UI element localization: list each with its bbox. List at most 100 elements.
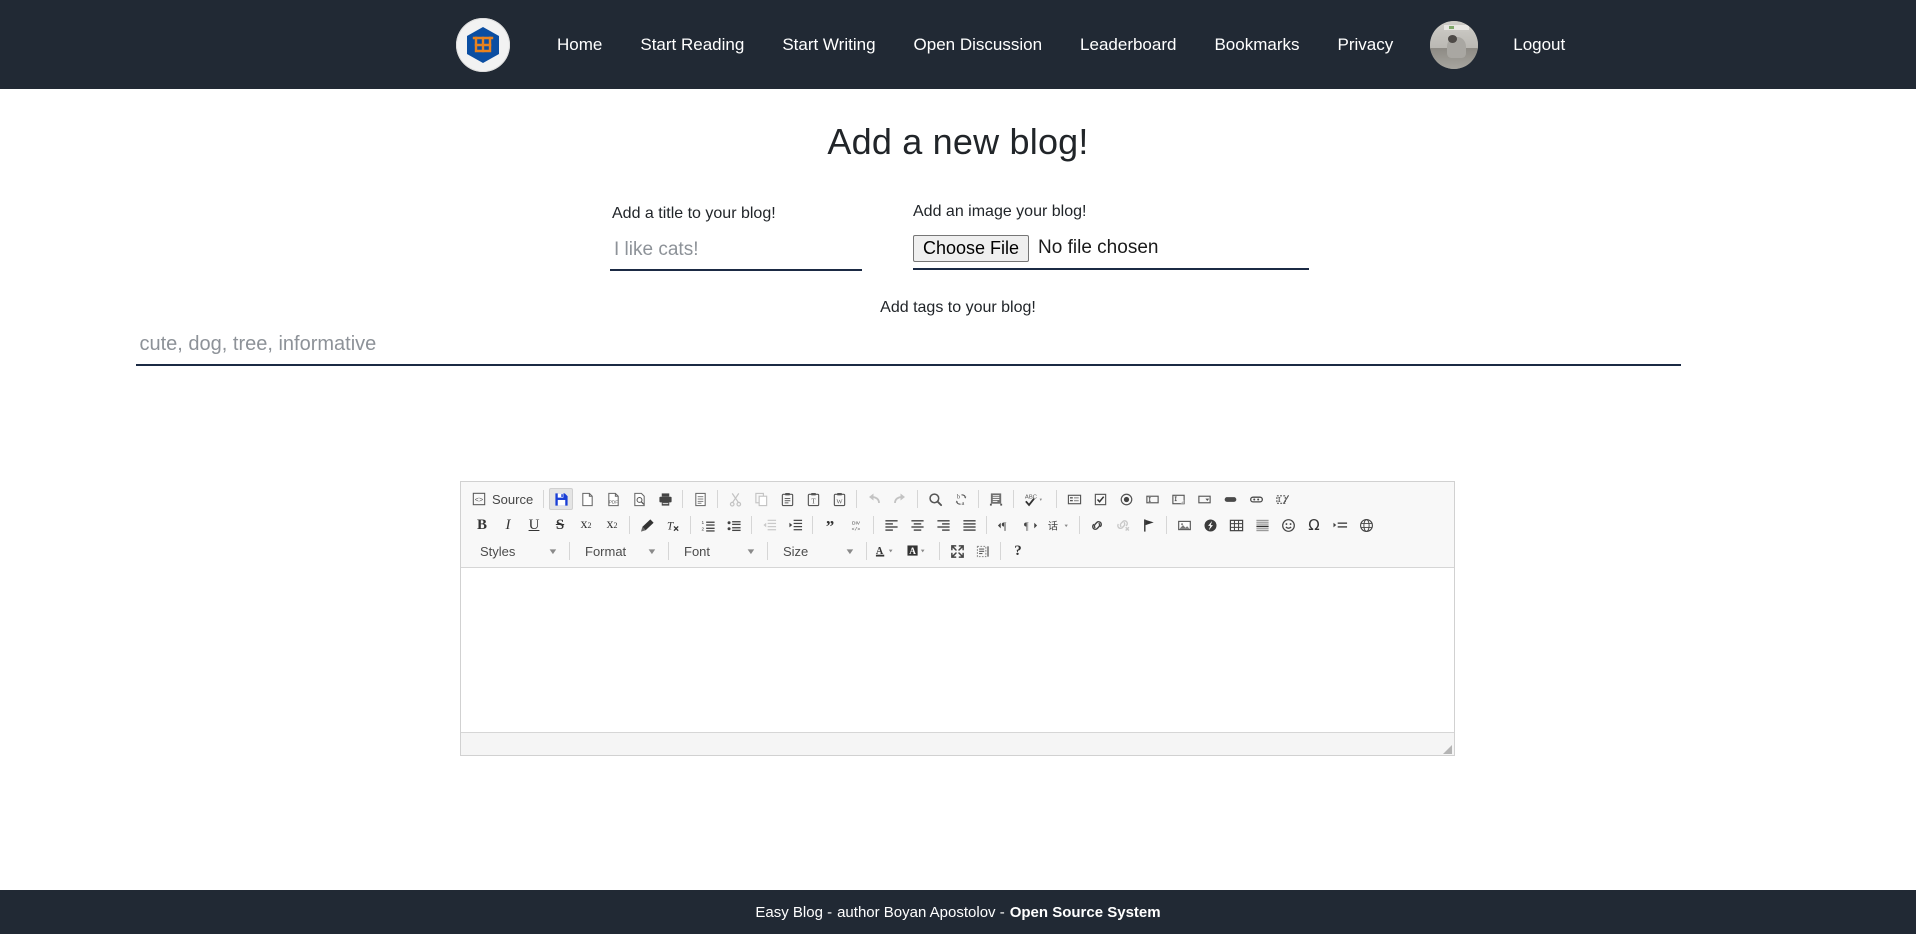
flash-icon[interactable] bbox=[1198, 514, 1222, 536]
choose-file-button[interactable]: Choose File bbox=[913, 235, 1030, 262]
imagebutton-icon[interactable] bbox=[1244, 488, 1268, 510]
svg-text:话: 话 bbox=[1048, 520, 1058, 532]
iframe-icon[interactable] bbox=[1354, 514, 1378, 536]
link-icon[interactable] bbox=[1085, 514, 1109, 536]
anchor-icon[interactable] bbox=[1137, 514, 1161, 536]
textarea-icon[interactable] bbox=[1166, 488, 1190, 510]
find-icon[interactable] bbox=[923, 488, 947, 510]
nav-link-leaderboard[interactable]: Leaderboard bbox=[1061, 30, 1195, 59]
format-dropdown[interactable]: Format ▼ bbox=[576, 540, 662, 562]
about-icon[interactable]: ? bbox=[1006, 540, 1030, 562]
copy-icon[interactable] bbox=[749, 488, 773, 510]
nav-link-logout[interactable]: Logout bbox=[1494, 30, 1584, 59]
replace-icon[interactable]: b a bbox=[949, 488, 973, 510]
maximize-icon[interactable] bbox=[945, 540, 969, 562]
form-icon[interactable] bbox=[1062, 488, 1086, 510]
indent-icon[interactable] bbox=[783, 514, 807, 536]
blog-tags-input[interactable] bbox=[135, 331, 1681, 366]
svg-text:1: 1 bbox=[701, 520, 704, 525]
toolbar-separator bbox=[812, 516, 813, 534]
selectfield-icon[interactable] bbox=[1192, 488, 1216, 510]
templates-icon[interactable] bbox=[688, 488, 712, 510]
text-color-icon[interactable]: A bbox=[872, 540, 902, 562]
font-dropdown[interactable]: Font ▼ bbox=[675, 540, 761, 562]
create-div-icon[interactable]: DIV </> bbox=[844, 514, 868, 536]
show-blocks-icon[interactable] bbox=[971, 540, 995, 562]
rtl-icon[interactable]: ¶ bbox=[1018, 514, 1042, 536]
blog-title-input[interactable] bbox=[610, 237, 862, 271]
paste-word-icon[interactable]: W bbox=[827, 488, 851, 510]
shopping-cart-hexagon-logo-icon bbox=[463, 25, 503, 65]
spellcheck-icon[interactable]: ABC bbox=[1019, 488, 1051, 510]
styles-dropdown[interactable]: Styles ▼ bbox=[471, 540, 563, 562]
image-icon[interactable] bbox=[1172, 514, 1196, 536]
smiley-icon[interactable] bbox=[1276, 514, 1300, 536]
nav-link-bookmarks[interactable]: Bookmarks bbox=[1195, 30, 1318, 59]
underline-icon[interactable]: U bbox=[522, 514, 546, 536]
nav-link-privacy[interactable]: Privacy bbox=[1319, 30, 1413, 59]
language-icon[interactable]: 话 bbox=[1044, 514, 1074, 536]
special-char-icon[interactable]: Ω bbox=[1302, 514, 1326, 536]
print-icon[interactable] bbox=[653, 488, 677, 510]
editor-content-area[interactable] bbox=[461, 568, 1454, 733]
superscript-icon[interactable]: x2 bbox=[600, 514, 624, 536]
preview-icon[interactable] bbox=[627, 488, 651, 510]
nav-link-home[interactable]: Home bbox=[538, 30, 621, 59]
cut-icon[interactable] bbox=[723, 488, 747, 510]
blockquote-icon[interactable]: ” bbox=[818, 514, 842, 536]
redo-icon[interactable] bbox=[888, 488, 912, 510]
checkbox-icon[interactable] bbox=[1088, 488, 1112, 510]
align-justify-icon[interactable] bbox=[957, 514, 981, 536]
editor-resize-handle[interactable] bbox=[1443, 745, 1452, 754]
numbered-list-icon[interactable]: 1 2 bbox=[696, 514, 720, 536]
svg-text:¶: ¶ bbox=[1023, 521, 1028, 532]
avatar[interactable] bbox=[1430, 20, 1479, 69]
nav-link-start-writing[interactable]: Start Writing bbox=[763, 30, 894, 59]
nav-link-open-discussion[interactable]: Open Discussion bbox=[895, 30, 1062, 59]
page-content: Add a new blog! Add a title to your blog… bbox=[0, 89, 1916, 912]
button-icon[interactable] bbox=[1218, 488, 1242, 510]
strike-icon[interactable]: S bbox=[548, 514, 572, 536]
page-title: Add a new blog! bbox=[827, 121, 1089, 162]
svg-text:A: A bbox=[909, 546, 916, 556]
save-icon[interactable] bbox=[549, 488, 574, 510]
nav-link-start-reading[interactable]: Start Reading bbox=[621, 30, 763, 59]
toolbar-separator bbox=[751, 516, 752, 534]
editor-toolbar-row-3: Styles ▼ Format ▼ Font ▼ Size ▼ A A ? bbox=[463, 538, 1452, 564]
undo-icon[interactable] bbox=[862, 488, 886, 510]
copy-formatting-icon[interactable] bbox=[635, 514, 659, 536]
hiddenfield-icon[interactable] bbox=[1270, 488, 1294, 510]
textfield-icon[interactable] bbox=[1140, 488, 1164, 510]
size-dropdown[interactable]: Size ▼ bbox=[774, 540, 860, 562]
source-button[interactable]: <> Source bbox=[469, 490, 539, 509]
italic-icon[interactable]: I bbox=[496, 514, 520, 536]
new-page-icon[interactable] bbox=[575, 488, 599, 510]
footer-site-name: Easy Blog - bbox=[755, 903, 833, 921]
toolbar-separator bbox=[543, 490, 545, 508]
blog-image-file-input[interactable]: Choose File No file chosen bbox=[913, 235, 1309, 270]
bg-color-icon[interactable]: A bbox=[904, 540, 934, 562]
unlink-icon[interactable] bbox=[1111, 514, 1135, 536]
subscript-icon[interactable]: x2 bbox=[574, 514, 598, 536]
remove-format-icon[interactable]: T bbox=[661, 514, 685, 536]
radio-icon[interactable] bbox=[1114, 488, 1138, 510]
page-break-icon[interactable] bbox=[1328, 514, 1352, 536]
toolbar-separator bbox=[986, 516, 987, 534]
chevron-down-icon: ▼ bbox=[844, 546, 856, 556]
align-center-icon[interactable] bbox=[905, 514, 929, 536]
ltr-icon[interactable]: ¶ bbox=[992, 514, 1016, 536]
bulleted-list-icon[interactable] bbox=[722, 514, 746, 536]
brand-logo-link[interactable] bbox=[456, 17, 510, 72]
align-right-icon[interactable] bbox=[931, 514, 955, 536]
form-fields-row: Add a title to your blog! Add an image y… bbox=[0, 193, 1916, 303]
align-left-icon[interactable] bbox=[879, 514, 903, 536]
table-icon[interactable] bbox=[1224, 514, 1248, 536]
toolbar-separator bbox=[866, 542, 867, 560]
paste-icon[interactable] bbox=[775, 488, 799, 510]
select-all-icon[interactable] bbox=[984, 488, 1008, 510]
export-pdf-icon[interactable]: PDF bbox=[601, 488, 625, 510]
paste-text-icon[interactable]: T bbox=[801, 488, 825, 510]
bold-icon[interactable]: B bbox=[470, 514, 494, 536]
horizontal-rule-icon[interactable] bbox=[1250, 514, 1274, 536]
outdent-icon[interactable] bbox=[757, 514, 781, 536]
